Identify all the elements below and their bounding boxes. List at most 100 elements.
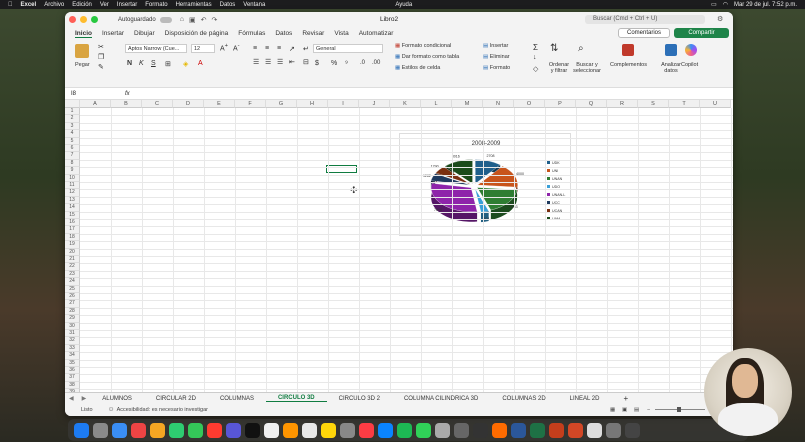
row-header[interactable]: 6 [65,145,80,153]
dock-app-icon[interactable] [74,422,89,438]
row-header[interactable]: 22 [65,263,80,271]
fill-color-icon[interactable]: ◈ [183,60,188,68]
sheet-tab-columna-cilindrica-3d[interactable]: COLUMNA CILINDRICA 3D [392,396,490,402]
menu-insertar[interactable]: Insertar [117,2,137,8]
tab-insertar[interactable]: Insertar [102,30,124,37]
column-header[interactable]: T [669,100,700,108]
minimize-icon[interactable] [80,16,87,23]
row-header[interactable]: 9 [65,167,80,175]
row-header[interactable]: 20 [65,248,80,256]
sheet-tab-lineal-2d[interactable]: LINEAL 2D [558,396,612,402]
column-header[interactable]: Q [576,100,607,108]
close-icon[interactable] [69,16,76,23]
find-select-button[interactable]: Buscar y seleccionar [571,62,603,74]
dock-app-icon[interactable] [397,422,412,438]
tab-inicio[interactable]: Inicio [75,30,92,38]
dock-app-icon[interactable] [606,422,621,438]
menu-edicion[interactable]: Edición [72,2,92,8]
fill-down-icon[interactable]: ↓ [533,54,537,61]
settings-icon[interactable]: ⚙ [717,15,723,23]
dock-app-icon[interactable] [131,422,146,438]
column-header[interactable]: C [142,100,173,108]
column-header[interactable]: I [328,100,359,108]
dock-app-icon[interactable] [378,422,393,438]
dock-app-icon[interactable] [549,422,564,438]
column-header[interactable]: O [514,100,545,108]
selected-cell[interactable] [326,165,357,173]
column-header[interactable]: R [607,100,638,108]
tab-automatizar[interactable]: Automatizar [359,30,394,37]
row-header[interactable]: 7 [65,152,80,160]
sheet-tab-columnas[interactable]: COLUMNAS [208,396,266,402]
page-break-icon[interactable]: ▤ [634,407,639,413]
menu-datos[interactable]: Datos [220,2,236,8]
row-header[interactable]: 31 [65,330,80,338]
column-header[interactable]: N [483,100,514,108]
copilot-icon[interactable] [685,44,697,56]
tab-dibujar[interactable]: Dibujar [134,30,155,37]
dock-app-icon[interactable] [435,422,450,438]
addins-button[interactable]: Complementos [610,62,647,68]
row-header[interactable]: 18 [65,233,80,242]
share-button[interactable]: Compartir [674,28,729,38]
sheet-tab-circular-2d[interactable]: CIRCULAR 2D [144,396,208,402]
row-header[interactable]: 15 [65,211,80,219]
row-header[interactable]: 24 [65,278,80,286]
tab-revisar[interactable]: Revisar [302,30,324,37]
row-header[interactable]: 29 [65,315,80,323]
paste-button[interactable]: Pegar [75,62,90,68]
wifi-icon[interactable]: ◠ [723,1,728,8]
comments-button[interactable]: Comentarios [618,28,670,38]
zoom-slider-handle[interactable] [677,407,681,412]
dock-app-icon[interactable] [587,422,602,438]
dock-app-icon[interactable] [188,422,203,438]
row-header[interactable]: 34 [65,352,80,360]
dock-app-icon[interactable] [302,422,317,438]
format-cells-button[interactable]: ▤ Formato [483,65,510,71]
indent-icon[interactable]: ⇤ [289,58,295,66]
dock-app-icon[interactable] [454,422,469,438]
font-size-select[interactable]: 12 [191,44,215,53]
save-icon[interactable]: ▣ [189,16,196,24]
dock-app-icon[interactable] [150,422,165,438]
dock-app-icon[interactable] [625,422,640,438]
row-header[interactable]: 33 [65,344,80,353]
row-header[interactable]: 5 [65,137,80,145]
menu-archivo[interactable]: Archivo [44,2,64,8]
number-format-select[interactable]: General [313,44,383,53]
percent-icon[interactable]: % [331,60,337,67]
sort-filter-button[interactable]: Ordenar y filtrar [547,62,571,74]
currency-icon[interactable]: $ [315,60,319,67]
apple-icon[interactable]:  [8,2,13,8]
menu-ayuda[interactable]: Ayuda [395,2,412,8]
row-header[interactable]: 28 [65,307,80,316]
column-header[interactable]: E [204,100,235,108]
dock-app-icon[interactable] [473,422,488,438]
shrink-font-icon[interactable]: A- [233,43,240,52]
battery-icon[interactable]: ▭ [711,1,717,8]
sheet-tab-alumnos[interactable]: ALUMNOS [90,396,144,402]
orientation-icon[interactable]: ↗ [289,45,295,53]
align-center-icon[interactable]: ☰ [265,58,271,66]
search-input[interactable]: Buscar (Cmd + Ctrl + U) [585,15,705,24]
row-header[interactable]: 37 [65,374,80,382]
dock-app-icon[interactable] [226,422,241,438]
dock-app-icon[interactable] [207,422,222,438]
row-header[interactable]: 8 [65,159,80,168]
column-header[interactable]: M [452,100,483,108]
column-header[interactable]: J [359,100,390,108]
row-header[interactable]: 30 [65,322,80,330]
grow-font-icon[interactable]: A+ [220,43,228,52]
page-layout-icon[interactable]: ▣ [622,407,627,413]
row-header[interactable]: 14 [65,204,80,212]
next-sheet-icon[interactable]: ▶ [78,395,91,402]
cell-styles-button[interactable]: ▦ Estilos de celda [395,65,440,71]
home-icon[interactable]: ⌂ [180,16,184,23]
column-header[interactable]: U [700,100,731,108]
dock-app-icon[interactable] [568,422,583,438]
row-header[interactable]: 19 [65,241,80,249]
column-header[interactable]: K [390,100,421,108]
column-header[interactable]: G [266,100,297,108]
fx-icon[interactable]: fx [125,91,130,97]
merge-icon[interactable]: ⊟ [303,58,309,66]
